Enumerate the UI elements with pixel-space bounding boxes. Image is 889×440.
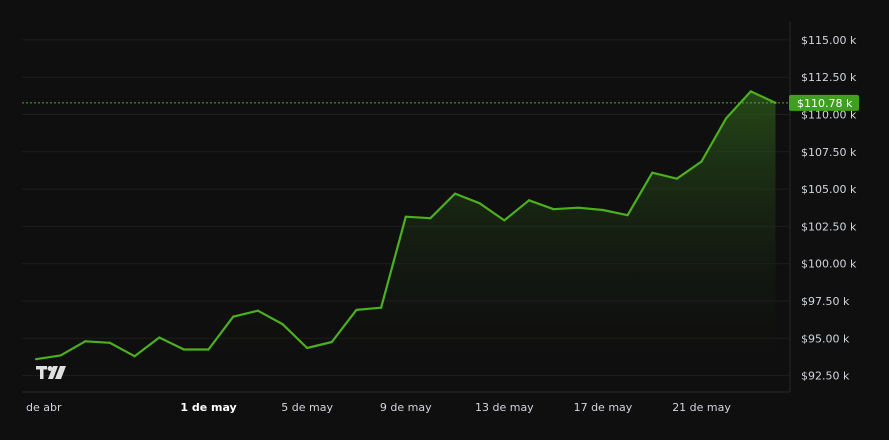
price-point (700, 160, 703, 163)
price-point (552, 208, 555, 211)
price-tick-label: $107.50 k (801, 146, 857, 159)
price-tick-label: $105.00 k (801, 183, 857, 196)
price-tick-label: $97.50 k (801, 295, 850, 308)
price-point (355, 308, 358, 312)
price-point (601, 208, 605, 212)
price-point (84, 340, 87, 343)
price-point (256, 309, 259, 312)
price-tick-label: $100.00 k (801, 258, 857, 271)
time-axis: de abr 1 de may 5 de may 9 de may 13 de may 1… (26, 401, 731, 414)
price-point (133, 355, 136, 358)
price-point (281, 323, 284, 326)
price-point (306, 346, 309, 350)
price-point (182, 348, 185, 351)
price-tick-label: $92.50 k (801, 370, 850, 383)
last-price-label: $110.78 k (789, 94, 859, 111)
price-point (577, 206, 580, 209)
time-tick-label: 5 de may (281, 401, 333, 414)
price-tick-label: $102.50 k (801, 220, 857, 233)
price-axis: $92.50 k $95.00 k $97.50 k $100.00 k $102.50… (801, 34, 857, 383)
price-area-fill (36, 91, 776, 360)
time-tick-label: 17 de may (574, 401, 633, 414)
price-point (527, 199, 531, 202)
price-point (158, 336, 161, 339)
price-chart: $92.50 k $95.00 k $97.50 k $100.00 k $102.50… (0, 0, 889, 440)
price-point (34, 358, 38, 361)
time-tick-label: 13 de may (475, 401, 534, 414)
price-point (749, 90, 752, 93)
price-point (380, 306, 383, 309)
time-tick-label: de abr (26, 401, 62, 414)
price-point (675, 177, 679, 180)
price-point (330, 340, 333, 344)
price-point (404, 215, 407, 218)
price-point (207, 348, 210, 351)
time-tick-label: 21 de may (672, 401, 731, 414)
time-tick-label: 1 de may (180, 401, 236, 414)
price-tick-label: $95.00 k (801, 332, 850, 345)
chart-svg: $92.50 k $95.00 k $97.50 k $100.00 k $102.50… (22, 22, 859, 414)
time-tick-label: 9 de may (380, 401, 432, 414)
price-point (429, 217, 432, 220)
price-point (651, 171, 654, 174)
price-tick-label: $115.00 k (801, 34, 857, 47)
last-price-label-text: $110.78 k (797, 97, 853, 110)
price-point (503, 219, 506, 222)
price-point (232, 315, 235, 318)
price-tick-label: $112.50 k (801, 71, 857, 84)
price-point (725, 117, 728, 120)
price-point (59, 354, 62, 357)
price-point (108, 341, 112, 344)
price-point (453, 192, 457, 195)
price-point (626, 214, 629, 217)
tradingview-logo[interactable] (36, 366, 66, 379)
price-point (478, 202, 481, 205)
